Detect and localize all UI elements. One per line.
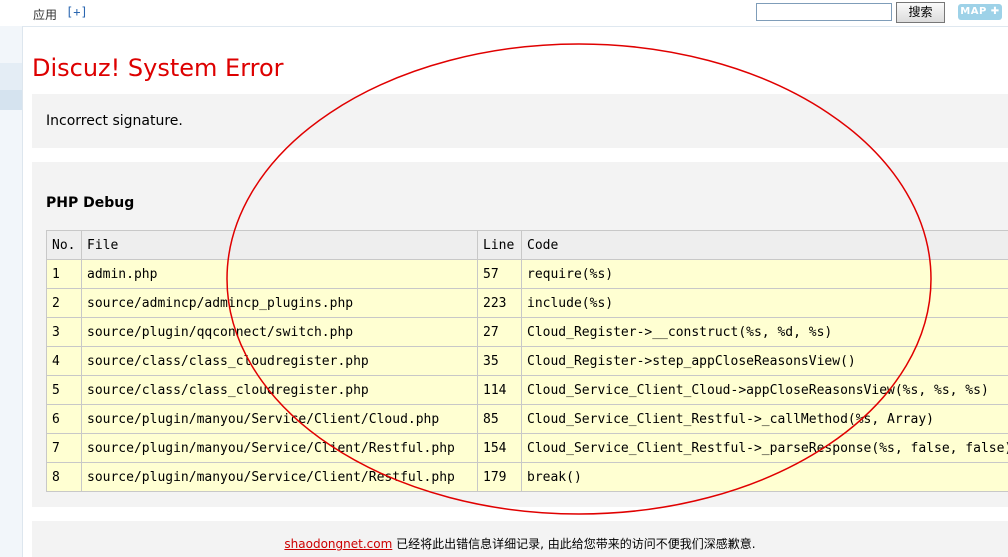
table-row: 5 source/class/class_cloudregister.php 114… — [46, 375, 1008, 405]
table-row: 3 source/plugin/qqconnect/switch.php 27 Clo… — [46, 317, 1008, 347]
cell-code: break() — [521, 462, 1008, 492]
column-header: File — [81, 230, 478, 260]
cell-line: 27 — [477, 317, 522, 347]
error-message: Incorrect signature. — [46, 113, 183, 129]
debug-panel: PHP Debug No. File Line Code 1 admin.php 57 req… — [32, 162, 1008, 507]
add-shortcut-link[interactable]: [+] — [66, 5, 88, 19]
map-button[interactable]: MAP ✚ — [958, 4, 1002, 20]
cell-line: 114 — [477, 375, 522, 405]
column-header: No. — [46, 230, 82, 260]
debug-title: PHP Debug — [46, 195, 135, 211]
site-link[interactable]: shaodongnet.com — [284, 537, 392, 551]
cell-code: Cloud_Service_Client_Restful->_parseResp… — [521, 433, 1008, 463]
cell-line: 154 — [477, 433, 522, 463]
cell-file: source/admincp/admincp_plugins.php — [81, 288, 478, 318]
cell-no: 1 — [46, 259, 82, 289]
cell-file: source/class/class_cloudregister.php — [81, 375, 478, 405]
cell-line: 223 — [477, 288, 522, 318]
left-sidebar-gutter — [0, 26, 23, 557]
table-row: 7 source/plugin/manyou/Service/Client/Res… — [46, 433, 1008, 463]
table-header-row: No. File Line Code — [46, 230, 1008, 260]
column-header: Code — [521, 230, 1008, 260]
cell-file: source/plugin/manyou/Service/Client/Rest… — [81, 462, 478, 492]
cell-code: Cloud_Register->__construct(%s, %d, %s) — [521, 317, 1008, 347]
cell-line: 57 — [477, 259, 522, 289]
cell-line: 179 — [477, 462, 522, 492]
cell-no: 6 — [46, 404, 82, 434]
footer-apology-text: 已经将此出错信息详细记录, 由此给您带来的访问不便我们深感歉意. — [392, 537, 756, 551]
cell-file: source/class/class_cloudregister.php — [81, 346, 478, 376]
sidebar-tab-active — [0, 90, 22, 110]
footer: shaodongnet.com 已经将此出错信息详细记录, 由此给您带来的访问不… — [32, 521, 1008, 557]
table-row: 8 source/plugin/manyou/Service/Client/Res… — [46, 462, 1008, 492]
cell-line: 85 — [477, 404, 522, 434]
cell-code: include(%s) — [521, 288, 1008, 318]
cell-file: source/plugin/manyou/Service/Client/Clou… — [81, 404, 478, 434]
cell-line: 35 — [477, 346, 522, 376]
search-button[interactable]: 搜索 — [896, 2, 945, 23]
menu-label-apps[interactable]: 应用 — [33, 6, 57, 23]
cell-no: 8 — [46, 462, 82, 492]
debug-trace-table: No. File Line Code 1 admin.php 57 require(%s) 2 s… — [46, 230, 1008, 492]
table-row: 2 source/admincp/admincp_plugins.php 223 in… — [46, 288, 1008, 318]
table-row: 4 source/class/class_cloudregister.php 35 C… — [46, 346, 1008, 376]
cell-file: admin.php — [81, 259, 478, 289]
cell-code: Cloud_Service_Client_Restful->_callMetho… — [521, 404, 1008, 434]
cell-code: Cloud_Register->step_appCloseReasonsView… — [521, 346, 1008, 376]
cell-code: require(%s) — [521, 259, 1008, 289]
top-bar: 应用 [+] 搜索 MAP ✚ — [0, 0, 1008, 27]
cell-no: 5 — [46, 375, 82, 405]
cell-no: 3 — [46, 317, 82, 347]
error-message-box: Incorrect signature. — [32, 94, 1008, 148]
table-row: 6 source/plugin/manyou/Service/Client/Clo… — [46, 404, 1008, 434]
column-header: Line — [477, 230, 522, 260]
cell-no: 7 — [46, 433, 82, 463]
cell-file: source/plugin/qqconnect/switch.php — [81, 317, 478, 347]
cell-no: 2 — [46, 288, 82, 318]
cell-code: Cloud_Service_Client_Cloud->appCloseReas… — [521, 375, 1008, 405]
cell-file: source/plugin/manyou/Service/Client/Rest… — [81, 433, 478, 463]
table-row: 1 admin.php 57 require(%s) — [46, 259, 1008, 289]
page-title: Discuz! System Error — [32, 54, 284, 82]
cell-no: 4 — [46, 346, 82, 376]
search-input[interactable] — [756, 3, 892, 21]
